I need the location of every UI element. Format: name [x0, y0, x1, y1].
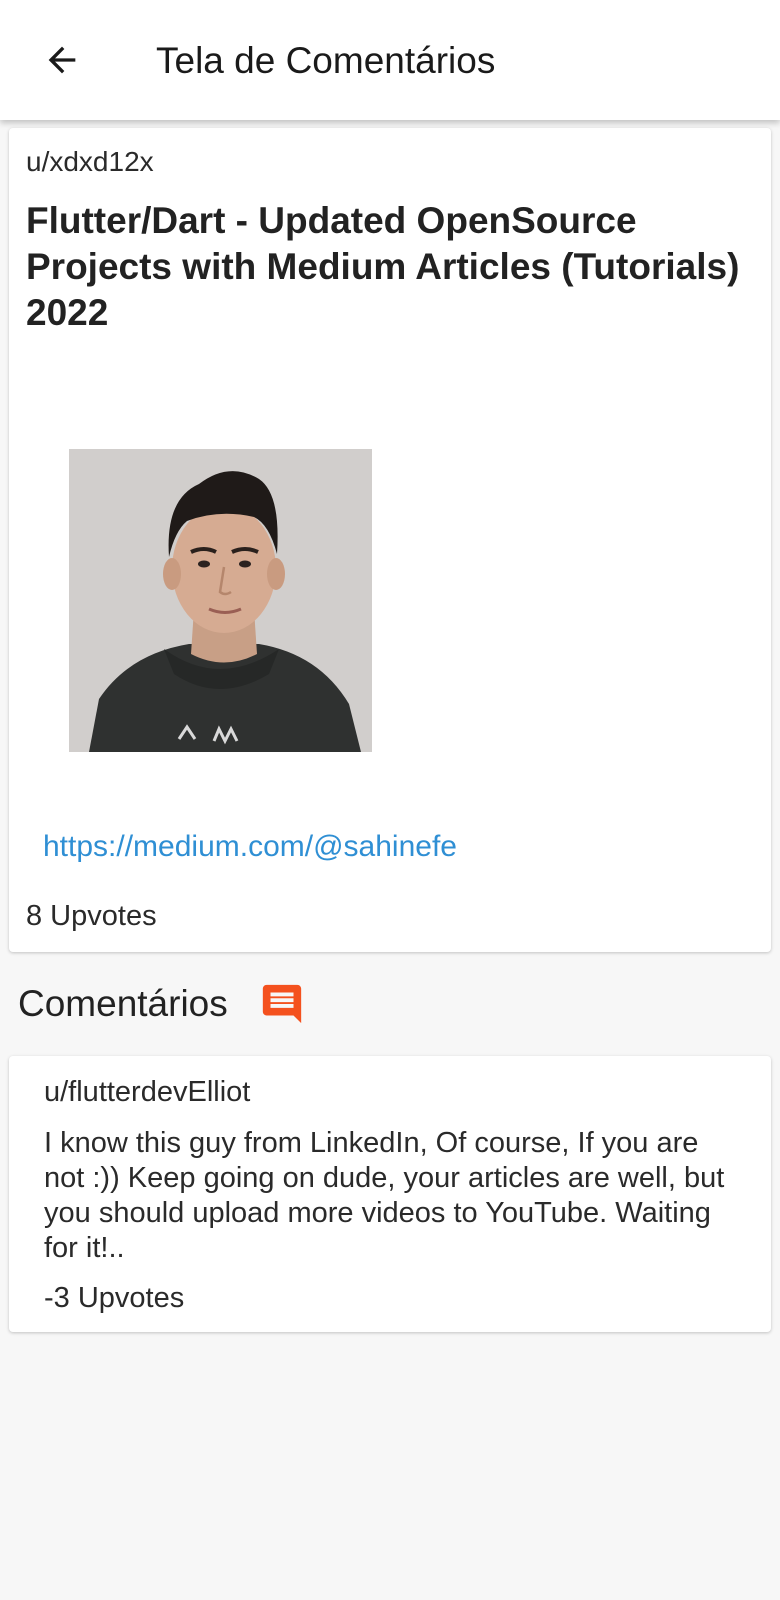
post-card: u/xdxd12x Flutter/Dart - Updated OpenSou…	[9, 128, 771, 952]
author-photo	[69, 449, 372, 752]
comment-upvotes: -3 Upvotes	[44, 1282, 185, 1314]
arrow-left-icon	[48, 46, 76, 74]
app-bar: Tela de Comentários	[0, 0, 780, 120]
back-button[interactable]	[30, 28, 94, 92]
comment-body: I know this guy from LinkedIn, Of course…	[44, 1127, 725, 1264]
comment-author[interactable]: u/flutterdevElliot	[44, 1076, 250, 1109]
comments-title: Comentários	[18, 983, 228, 1024]
post-upvotes: 8 Upvotes	[26, 900, 157, 932]
post-title: Flutter/Dart - Updated OpenSource Projec…	[26, 200, 740, 333]
author-photo-illustration	[69, 449, 372, 752]
post-link[interactable]: https://medium.com/@sahinefe	[43, 830, 457, 864]
comment-icon	[262, 984, 301, 1024]
page-title: Tela de Comentários	[156, 40, 496, 81]
comment-card: u/flutterdevElliot I know this guy from …	[9, 1056, 771, 1332]
comments-header: Comentários	[18, 976, 305, 1032]
post-author[interactable]: u/xdxd12x	[26, 146, 154, 178]
